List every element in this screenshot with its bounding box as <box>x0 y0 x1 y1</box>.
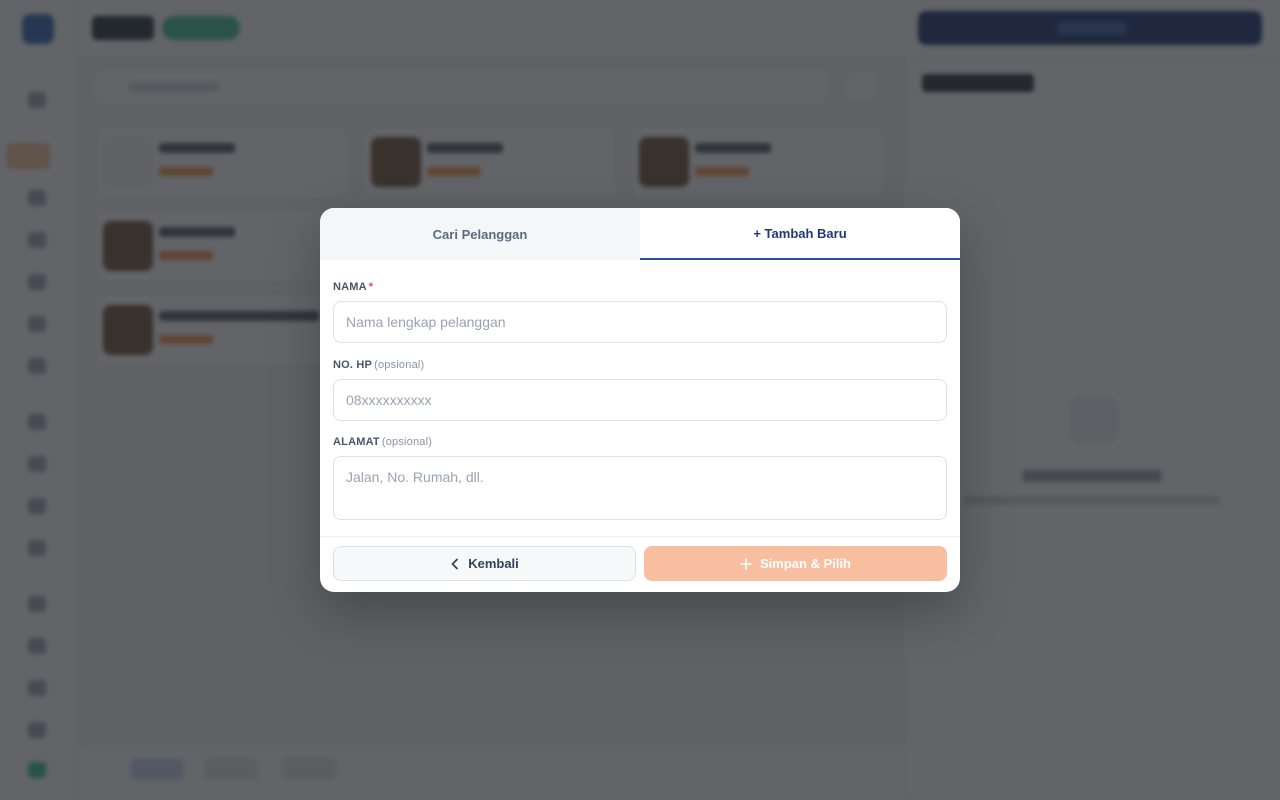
tab-tambah-baru[interactable]: + Tambah Baru <box>640 208 960 260</box>
field-nama: NAMA * <box>333 280 947 343</box>
save-button-label: Simpan & Pilih <box>759 556 851 571</box>
field-label: NAMA * <box>333 281 374 293</box>
optional-hint: (opsional) <box>374 359 425 371</box>
save-select-button[interactable]: Simpan & Pilih <box>644 546 947 581</box>
field-label: NO. HP (opsional) <box>333 359 425 371</box>
tab-label: Cari Pelanggan <box>432 226 528 242</box>
optional-hint: (opsional) <box>381 436 433 448</box>
back-button[interactable]: Kembali <box>333 546 636 581</box>
required-mark: * <box>368 281 374 293</box>
field-hp: NO. HP (opsional) <box>333 358 947 421</box>
phone-input[interactable] <box>333 379 947 421</box>
address-textarea[interactable] <box>333 456 947 520</box>
nama-input[interactable] <box>333 301 947 343</box>
tab-label: + Tambah Baru <box>753 225 847 241</box>
back-button-label: Kembali <box>468 556 519 571</box>
field-label: ALAMAT (opsional) <box>333 436 433 448</box>
tab-cari-pelanggan[interactable]: Cari Pelanggan <box>320 208 640 260</box>
modal-tabs: Cari Pelanggan + Tambah Baru <box>320 208 960 260</box>
field-alamat: ALAMAT (opsional) <box>333 435 947 520</box>
modal-footer: Kembali Simpan & Pilih <box>320 536 960 592</box>
chevron-left-icon <box>450 558 460 570</box>
plus-icon <box>740 557 752 570</box>
customer-modal: Cari Pelanggan + Tambah Baru NAMA* NO. H… <box>320 208 960 592</box>
